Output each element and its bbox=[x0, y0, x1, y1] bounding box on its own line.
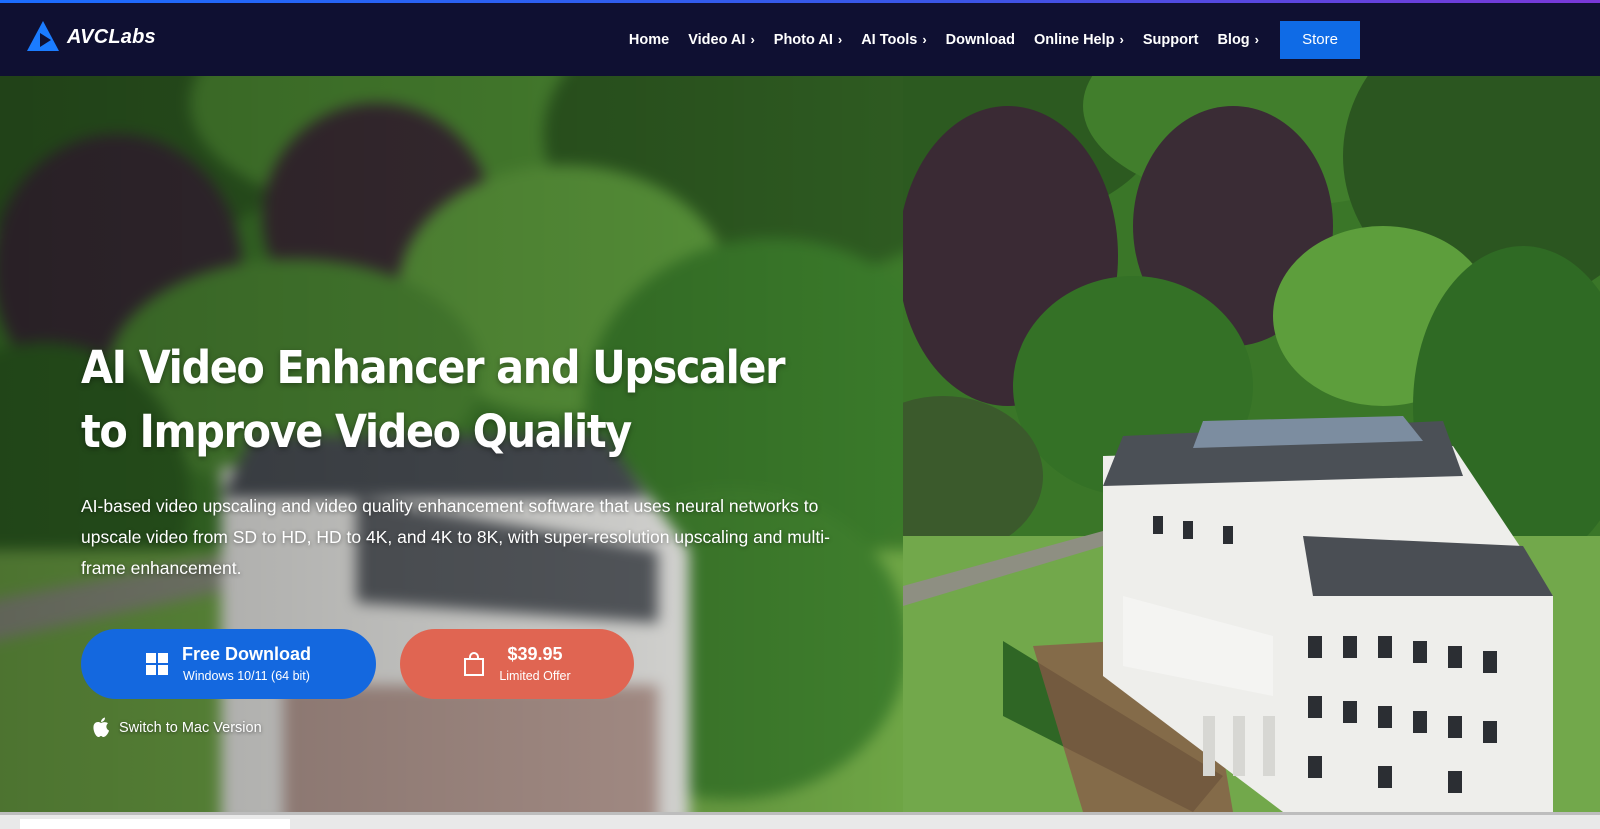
nav-label: Photo AI bbox=[773, 31, 833, 48]
hero-title-line-2: to Improve Video Quality bbox=[81, 405, 632, 458]
nav-ai-tools[interactable]: AI Tools › bbox=[861, 32, 926, 48]
switch-to-mac-link[interactable]: Switch to Mac Version bbox=[92, 717, 262, 738]
nav-label: Home bbox=[628, 31, 670, 48]
chevron-right-icon: › bbox=[750, 32, 755, 47]
browser-bottom-bar bbox=[0, 812, 1600, 829]
nav-label: Blog bbox=[1217, 31, 1250, 48]
nav-blog[interactable]: Blog › bbox=[1217, 32, 1259, 48]
nav-home[interactable]: Home bbox=[629, 32, 669, 48]
hero-description: AI-based video upscaling and video quali… bbox=[81, 496, 830, 578]
free-download-button[interactable]: Free Download Windows 10/11 (64 bit) bbox=[81, 629, 376, 699]
brand-name: AVCLabs bbox=[67, 25, 156, 48]
nav-download[interactable]: Download bbox=[946, 32, 1015, 48]
logo[interactable]: AVCLabs bbox=[25, 19, 156, 55]
hero-title: AI Video Enhancer and Upscaler to Improv… bbox=[81, 336, 817, 464]
site-header: AVCLabs Home Video AI › Photo AI › AI To… bbox=[0, 3, 1600, 76]
nav-label: Video AI bbox=[688, 31, 746, 48]
chevron-right-icon: › bbox=[837, 32, 843, 47]
apple-icon bbox=[93, 717, 109, 737]
price-label: $39.95 bbox=[507, 644, 563, 664]
nav-online-help[interactable]: Online Help › bbox=[1034, 32, 1124, 48]
scrollbar-segment[interactable] bbox=[20, 819, 290, 829]
chevron-right-icon: › bbox=[1119, 32, 1124, 47]
nav-label: Download bbox=[945, 31, 1015, 48]
nav-label: AI Tools bbox=[861, 31, 918, 48]
nav-label: Support bbox=[1142, 31, 1199, 48]
switch-to-mac-label: Switch to Mac Version bbox=[119, 719, 262, 736]
free-download-label: Free Download bbox=[181, 644, 311, 664]
nav-video-ai[interactable]: Video AI › bbox=[688, 32, 755, 48]
store-button[interactable]: Store bbox=[1280, 20, 1360, 59]
avclabs-logo-icon bbox=[27, 21, 59, 51]
chevron-right-icon: › bbox=[922, 32, 927, 47]
free-download-sublabel: Windows 10/11 (64 bit) bbox=[183, 669, 310, 683]
nav-support[interactable]: Support bbox=[1143, 32, 1199, 48]
price-sublabel: Limited Offer bbox=[499, 669, 571, 683]
chevron-right-icon: › bbox=[1254, 32, 1259, 47]
windows-icon bbox=[145, 653, 168, 675]
shopping-bag-icon bbox=[464, 652, 485, 676]
hero-section: AI Video Enhancer and Upscaler to Improv… bbox=[0, 76, 1600, 812]
hero-after-image bbox=[903, 76, 1600, 812]
nav-photo-ai[interactable]: Photo AI › bbox=[774, 32, 842, 48]
main-nav: Home Video AI › Photo AI › AI Tools › Do… bbox=[629, 3, 1600, 76]
nav-label: Online Help bbox=[1033, 31, 1115, 48]
hero-title-line-1: AI Video Enhancer and Upscaler bbox=[81, 341, 786, 394]
buy-now-button[interactable]: $39.95 Limited Offer bbox=[400, 629, 634, 699]
